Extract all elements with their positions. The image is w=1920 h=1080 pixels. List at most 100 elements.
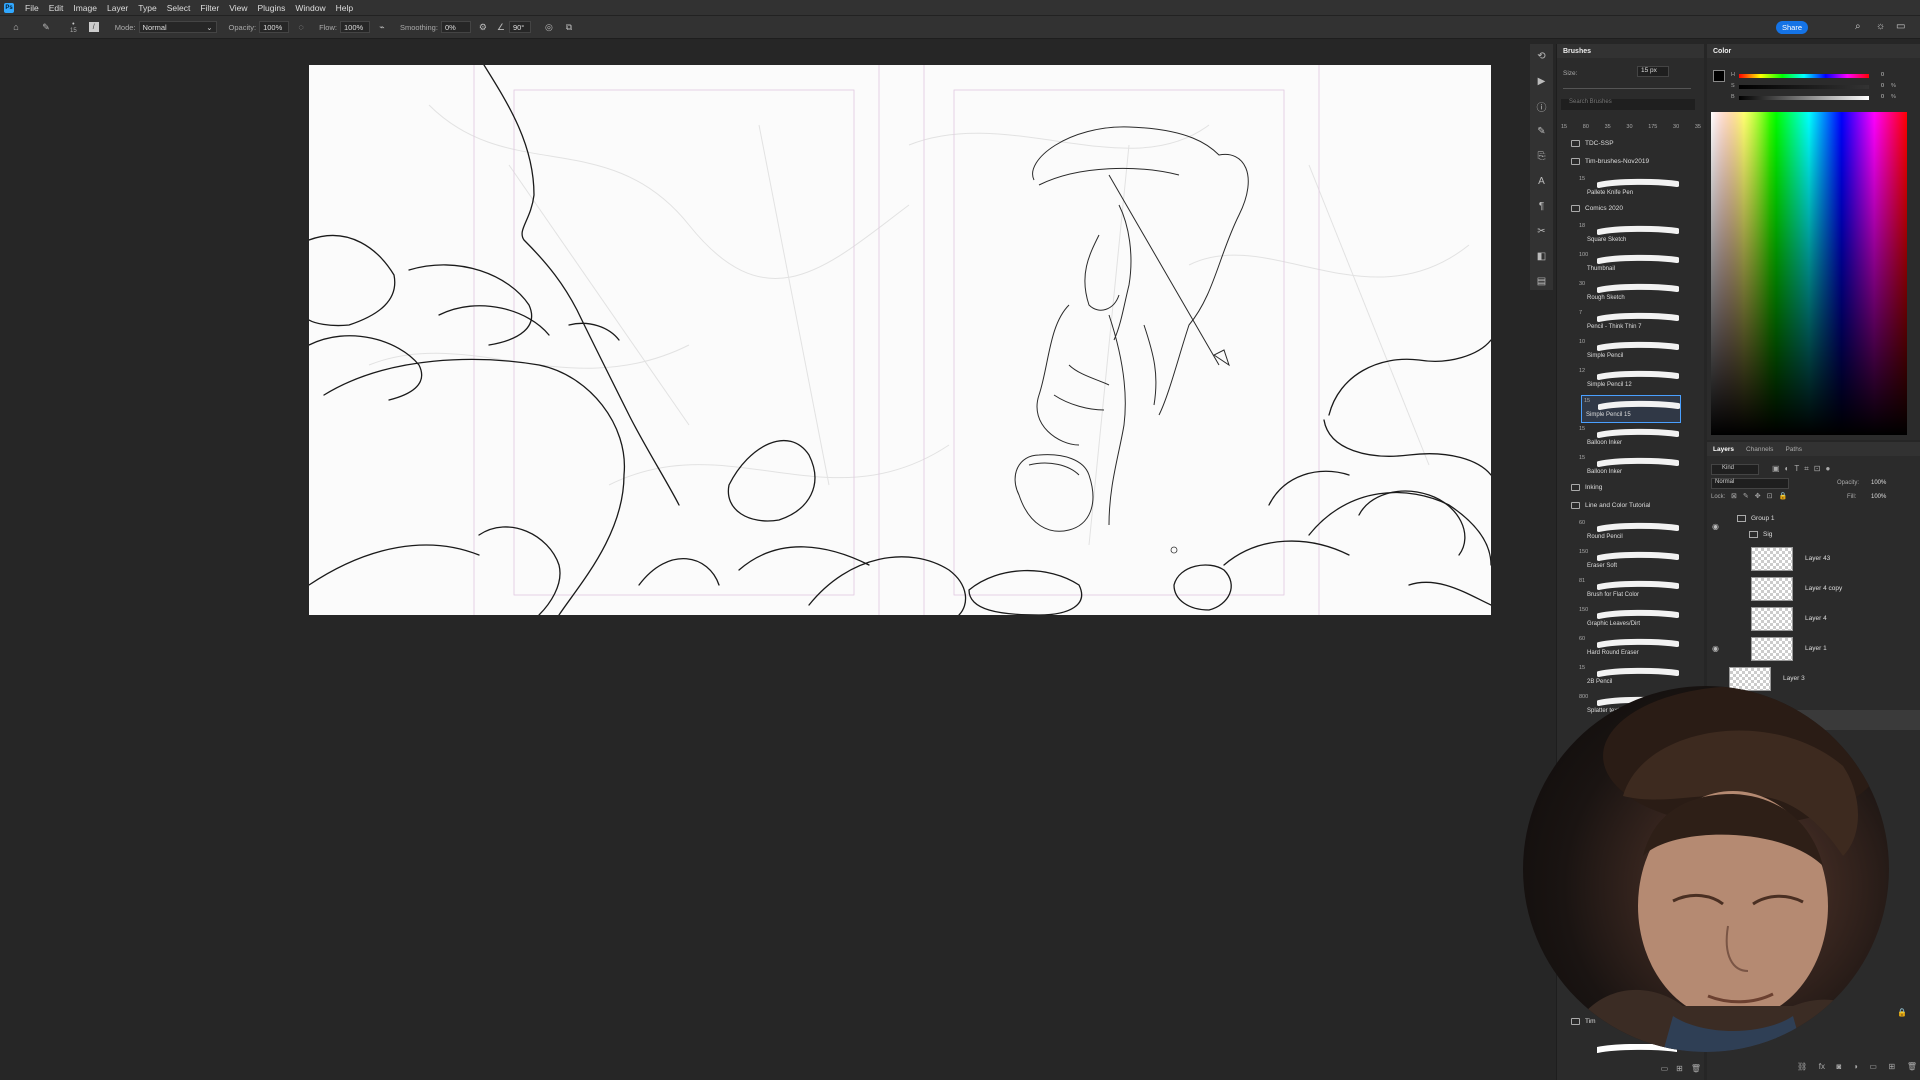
smoothing-field[interactable]: 0% <box>440 21 471 33</box>
brush-folder[interactable]: Inking <box>1557 482 1702 496</box>
layer-row[interactable]: Layer 3 <box>1707 664 1920 692</box>
brush-settings-panel-icon[interactable]: ✎ <box>1530 119 1553 144</box>
pressure-size-icon[interactable]: ◎ <box>543 21 555 33</box>
gear-icon[interactable]: ⚙ <box>477 21 489 33</box>
brush-preset[interactable]: 150 Eraser Soft <box>1557 547 1702 575</box>
layer-filter-icons[interactable]: ▣◐T⌗⊡● <box>1772 464 1835 474</box>
menu-select[interactable]: Select <box>162 3 196 13</box>
lock-icons[interactable]: ⊠✎✥⊡🔒 <box>1731 492 1793 500</box>
brush-size-slider[interactable] <box>1563 88 1691 89</box>
brush-settings-icon[interactable]: / <box>88 22 99 32</box>
hue-slider[interactable] <box>1739 74 1869 78</box>
brush-preset-picker[interactable]: • 15 <box>70 21 77 34</box>
discover-icon[interactable]: ☼ <box>1876 21 1885 32</box>
character-icon[interactable]: A <box>1530 169 1553 194</box>
foreground-color-swatch[interactable] <box>1713 70 1725 82</box>
menu-window[interactable]: Window <box>290 3 330 13</box>
properties-icon[interactable]: ◧ <box>1530 244 1553 269</box>
menu-plugins[interactable]: Plugins <box>252 3 290 13</box>
visibility-eye-icon[interactable] <box>1712 584 1722 591</box>
tool-presets-icon[interactable]: ✂ <box>1530 219 1553 244</box>
symmetry-icon[interactable]: ⧉ <box>563 21 575 33</box>
brush-preset[interactable]: 12 Simple Pencil 12 <box>1557 366 1702 394</box>
tab-layers[interactable]: Layers <box>1707 446 1740 453</box>
trash-icon[interactable]: 🗑 <box>1691 1064 1701 1078</box>
brush-preset[interactable]: 100 Thumbnail <box>1557 250 1702 278</box>
info-icon[interactable]: ⓘ <box>1530 94 1553 119</box>
menu-image[interactable]: Image <box>68 3 102 13</box>
fill-value[interactable]: 100% <box>1871 494 1886 500</box>
brush-preset[interactable]: 15 Balloon Inker <box>1557 424 1702 452</box>
brush-preset[interactable]: 30 Rough Sketch <box>1557 279 1702 307</box>
visibility-eye-icon[interactable]: ◉ <box>1712 644 1722 653</box>
brushes-panel-title[interactable]: Brushes <box>1557 44 1704 58</box>
saturation-slider[interactable] <box>1739 85 1869 89</box>
color-panel-title[interactable]: Color <box>1707 44 1920 58</box>
brush-search-input[interactable]: Search Brushes <box>1561 99 1695 110</box>
preset-size[interactable]: 15 <box>1561 114 1567 134</box>
visibility-eye-icon[interactable] <box>1712 614 1722 621</box>
menu-view[interactable]: View <box>224 3 252 13</box>
fx-icon[interactable]: fx <box>1819 1062 1825 1071</box>
history-icon[interactable]: ⟲ <box>1530 44 1553 69</box>
link-layers-icon[interactable]: ⛓ <box>1797 1062 1807 1071</box>
preset-size[interactable]: 30 <box>1626 114 1632 134</box>
brush-preset[interactable]: 15 Simple Pencil 15 <box>1581 395 1681 423</box>
brush-preset[interactable]: 150 Graphic Leaves/Dirt <box>1557 605 1702 633</box>
preset-size[interactable]: 80 <box>1583 114 1589 134</box>
brightness-slider[interactable] <box>1739 96 1869 100</box>
preset-size[interactable]: 175 <box>1648 114 1657 134</box>
menu-layer[interactable]: Layer <box>102 3 133 13</box>
actions-play-icon[interactable]: ▶ <box>1530 69 1553 94</box>
brush-preset[interactable]: 60 Round Pencil <box>1557 518 1702 546</box>
visibility-eye-icon[interactable] <box>1712 674 1722 681</box>
menu-help[interactable]: Help <box>331 3 358 13</box>
layer-row[interactable]: Layer 4 copy <box>1707 574 1920 602</box>
brush-preset[interactable]: 15 Balloon Inker <box>1557 453 1702 481</box>
saturation-value[interactable]: 0 <box>1881 83 1884 89</box>
document-canvas[interactable] <box>309 65 1491 615</box>
home-icon[interactable]: ⌂ <box>10 21 22 33</box>
layer-group-row[interactable]: ◉ Group 1 <box>1707 512 1920 531</box>
brush-size-field[interactable]: 15 px <box>1637 66 1669 77</box>
trash-icon[interactable]: 🗑 <box>1907 1062 1917 1071</box>
layer-filter-kind[interactable]: Kind <box>1711 464 1759 475</box>
layer-row[interactable]: Layer 4 <box>1707 604 1920 632</box>
brush-folder[interactable]: Comics 2020 <box>1557 203 1702 217</box>
paragraph-icon[interactable]: ¶ <box>1530 194 1553 219</box>
mode-select[interactable]: Normal ⌄ <box>138 21 217 33</box>
preset-size[interactable]: 35 <box>1605 114 1611 134</box>
menu-type[interactable]: Type <box>133 3 161 13</box>
new-layer-icon[interactable]: ⊞ <box>1889 1062 1896 1071</box>
color-spectrum[interactable] <box>1711 112 1907 435</box>
brush-folder[interactable]: Tim-brushes-Nov2019 <box>1557 156 1702 170</box>
new-group-icon[interactable]: ▭ <box>1869 1062 1877 1071</box>
tab-channels[interactable]: Channels <box>1740 446 1779 453</box>
brush-folder[interactable]: TDC-SSP <box>1557 138 1702 152</box>
brush-preset[interactable]: 18 Square Sketch <box>1557 221 1702 249</box>
brush-preset[interactable]: 81 Brush for Flat Color <box>1557 576 1702 604</box>
brush-preset[interactable]: 60 Hard Round Eraser <box>1557 634 1702 662</box>
layer-row[interactable]: Layer 43 <box>1707 544 1920 572</box>
adjustment-icon[interactable]: ◑ <box>1853 1062 1858 1071</box>
opacity-field[interactable]: 100% <box>259 21 290 33</box>
search-icon[interactable]: ⌕ <box>1855 21 1861 32</box>
libraries-icon[interactable]: ▤ <box>1530 269 1553 294</box>
brush-preset[interactable]: 7 Pencil - Think Thin 7 <box>1557 308 1702 336</box>
hue-value[interactable]: 0 <box>1881 72 1884 78</box>
layer-row[interactable]: ◉ Layer 1 <box>1707 634 1920 662</box>
folder-new-icon[interactable]: ▭ <box>1661 1064 1669 1078</box>
preset-size[interactable]: 30 <box>1673 114 1679 134</box>
share-button[interactable]: Share <box>1776 21 1808 34</box>
workspace-icon[interactable]: ▭ <box>1896 21 1905 32</box>
brush-tool-icon[interactable]: ✎ <box>40 21 52 33</box>
flow-field[interactable]: 100% <box>339 21 370 33</box>
preset-size[interactable]: 35 <box>1695 114 1701 134</box>
airbrush-icon[interactable]: ⌁ <box>376 21 388 33</box>
new-brush-icon[interactable]: ⊞ <box>1676 1064 1683 1078</box>
tab-paths[interactable]: Paths <box>1779 446 1808 453</box>
menu-edit[interactable]: Edit <box>44 3 69 13</box>
menu-file[interactable]: File <box>20 3 44 13</box>
visibility-eye-icon[interactable] <box>1712 554 1722 561</box>
mask-icon[interactable]: ◙ <box>1837 1062 1842 1071</box>
